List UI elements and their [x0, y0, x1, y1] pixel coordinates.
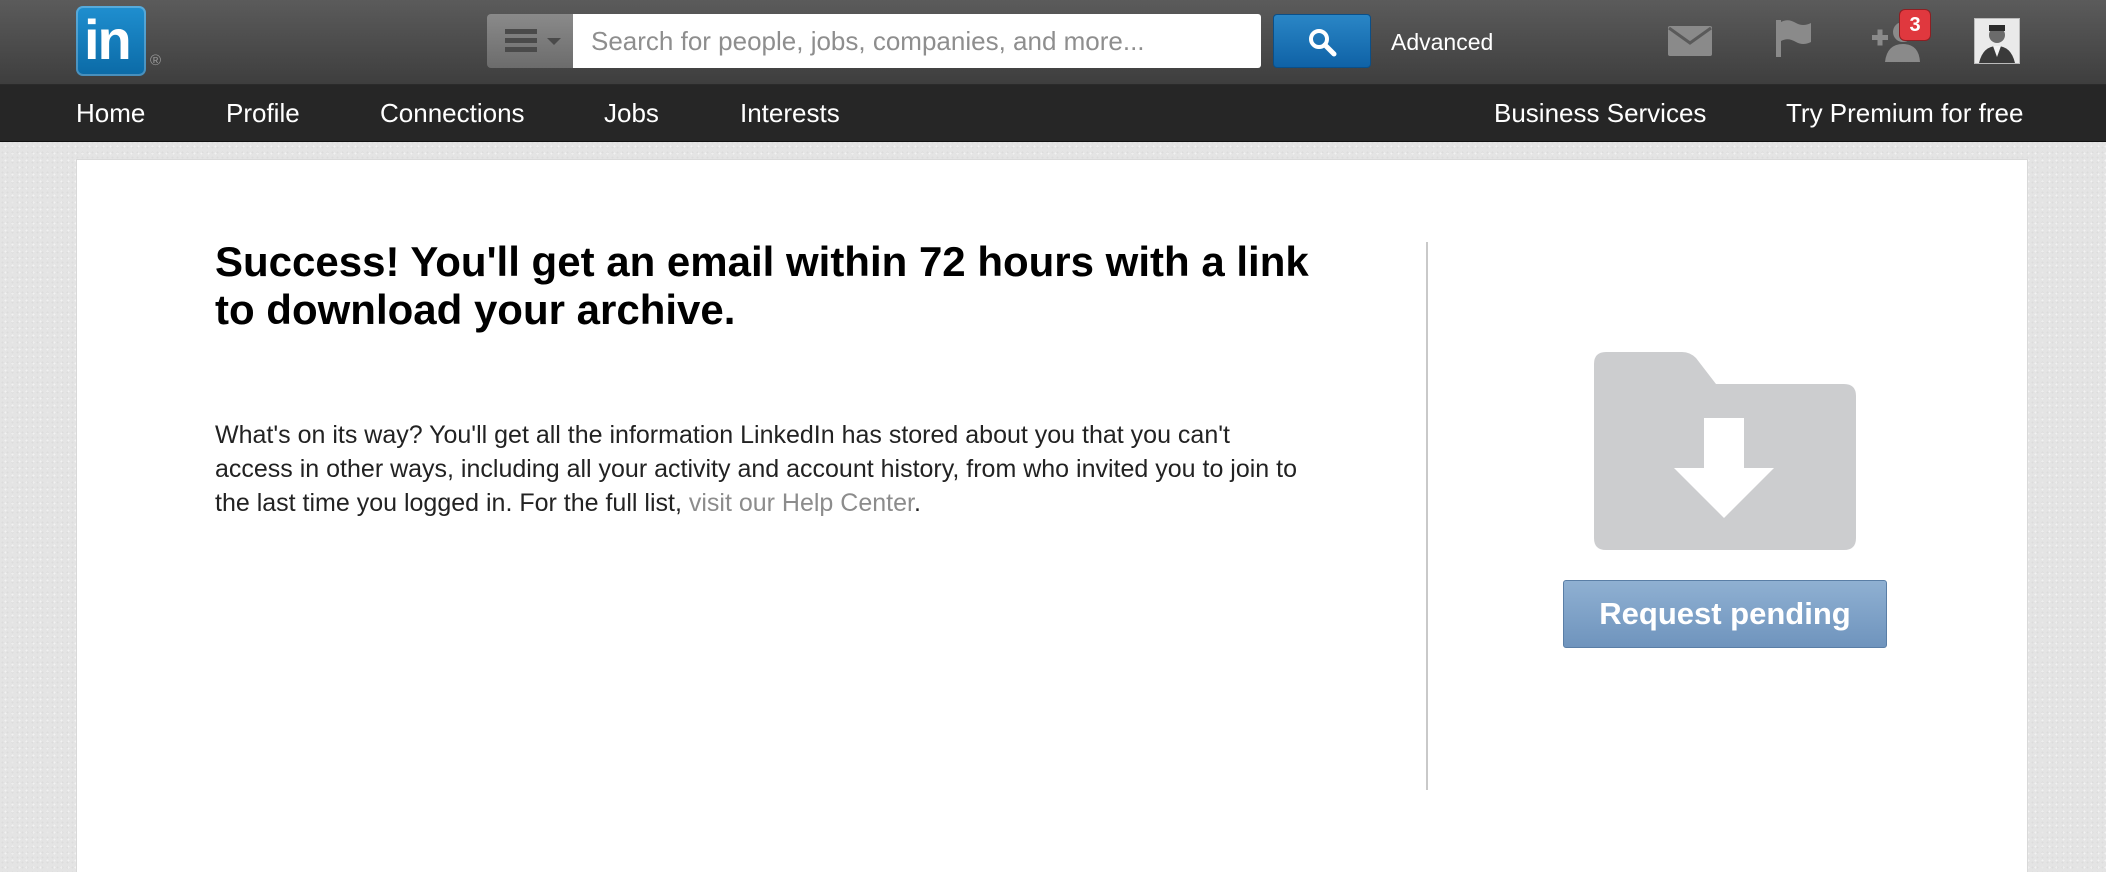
nav-home[interactable]: Home — [76, 98, 145, 129]
logo-text: in — [84, 8, 132, 71]
top-header: in ® Advanced 3 — [0, 0, 2106, 85]
caret-down-icon — [547, 38, 561, 45]
main-nav: Home Profile Connections Jobs Interests … — [0, 85, 2106, 142]
request-pending-button[interactable]: Request pending — [1563, 580, 1887, 648]
success-headline: Success! You'll get an email within 72 h… — [215, 238, 1309, 333]
envelope-icon[interactable] — [1668, 26, 1712, 61]
search-button[interactable] — [1273, 14, 1371, 68]
flag-icon[interactable] — [1774, 18, 1814, 63]
description-end: . — [913, 489, 921, 517]
nav-try-premium[interactable]: Try Premium for free — [1786, 98, 2023, 129]
magnifier-icon — [1309, 29, 1337, 57]
folder-download-icon — [1594, 352, 1856, 555]
advanced-search-link[interactable]: Advanced — [1391, 29, 1493, 56]
nav-jobs[interactable]: Jobs — [604, 98, 659, 129]
nav-profile[interactable]: Profile — [226, 98, 300, 129]
archive-request-card: Success! You'll get an email within 72 h… — [76, 159, 2028, 872]
help-center-link[interactable]: visit our Help Center — [689, 489, 914, 517]
menu-icon — [505, 29, 537, 53]
linkedin-logo[interactable]: in — [76, 6, 146, 76]
registered-mark: ® — [150, 52, 162, 69]
vertical-divider — [1426, 242, 1428, 790]
search-input[interactable] — [573, 14, 1261, 68]
notification-count-badge: 3 — [1900, 10, 1930, 40]
avatar[interactable] — [1974, 18, 2020, 64]
nav-business-services[interactable]: Business Services — [1494, 98, 1706, 129]
search-category-dropdown[interactable] — [487, 14, 573, 68]
nav-connections[interactable]: Connections — [380, 98, 525, 129]
archive-description: What's on its way? You'll get all the in… — [215, 418, 1305, 520]
nav-interests[interactable]: Interests — [740, 98, 840, 129]
